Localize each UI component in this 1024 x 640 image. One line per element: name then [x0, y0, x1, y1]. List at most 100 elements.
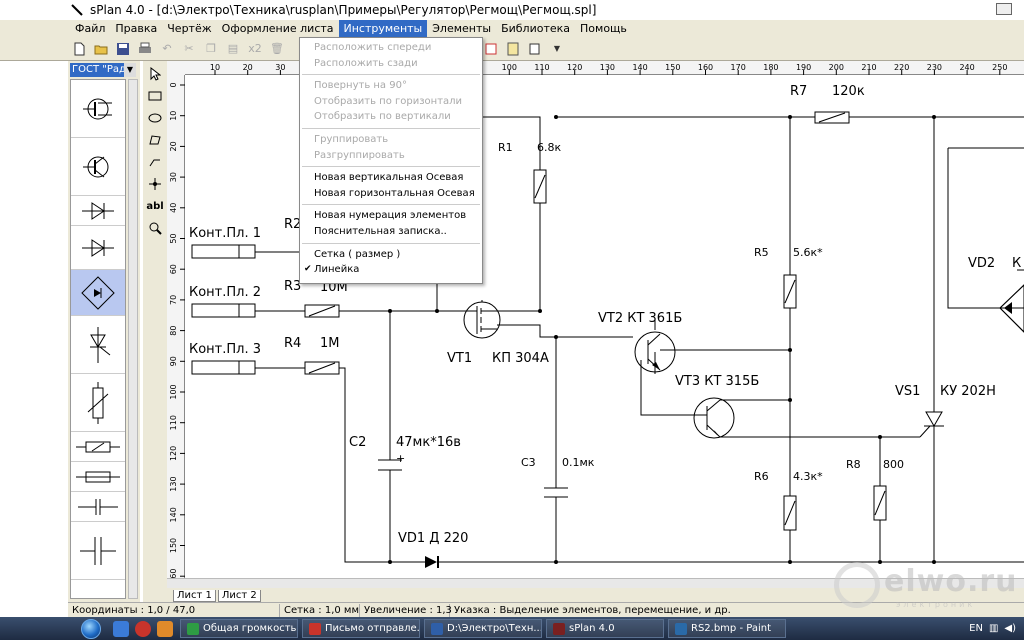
book-icon[interactable]: [504, 40, 522, 58]
dropdown-item-1[interactable]: Расположить сзади: [300, 56, 482, 72]
menu-item-6[interactable]: Библиотека: [496, 20, 575, 37]
ruler-label: 80: [169, 326, 178, 336]
sheet-tab-1[interactable]: Лист 1: [173, 590, 216, 602]
delete-icon[interactable]: 🗑: [268, 40, 286, 58]
value-vs1: КУ 202Н: [940, 384, 996, 399]
task-label: Общая громкость: [203, 623, 297, 634]
dropdown-item-label: Линейка: [314, 264, 360, 276]
symbol-diode-bridge[interactable]: [71, 270, 125, 316]
dropdown-item-8[interactable]: Разгруппировать: [300, 148, 482, 164]
pointer-arrow-icon[interactable]: [146, 65, 164, 83]
undo-icon[interactable]: ↶: [158, 40, 176, 58]
volume-icon[interactable]: ◀): [1004, 623, 1016, 634]
menu-item-2[interactable]: Чертёж: [162, 20, 216, 37]
menu-separator: [302, 166, 480, 168]
dropdown-item-label: Пояснительная записка..: [314, 225, 447, 237]
menu-item-1[interactable]: Правка: [110, 20, 162, 37]
symbol-bjt-transistor[interactable]: [71, 138, 125, 196]
taskbar-task-2[interactable]: D:\Электро\Техн...: [424, 619, 542, 638]
dropdown-item-7[interactable]: Группировать: [300, 132, 482, 148]
menu-item-3[interactable]: Оформление листа: [217, 20, 339, 37]
label-r5: R5: [754, 246, 769, 259]
value-r7: 120к: [832, 84, 865, 99]
symbol-diode-bridge-small[interactable]: [71, 196, 125, 226]
dropdown-item-label: Повернуть на 90°: [314, 80, 407, 92]
save-icon[interactable]: [114, 40, 132, 58]
dropdown-item-4[interactable]: Отобразить по горизонтали: [300, 94, 482, 110]
copy-icon[interactable]: ❐: [202, 40, 220, 58]
ruler-label: 60: [169, 264, 178, 274]
page-setup-icon[interactable]: [526, 40, 544, 58]
dropdown-item-16[interactable]: Сетка ( размер ): [300, 247, 482, 263]
minimize-button[interactable]: [996, 3, 1012, 15]
chevron-down-icon[interactable]: ▼: [548, 40, 566, 58]
junction-tool-icon[interactable]: [146, 175, 164, 193]
library-select[interactable]: ГОСТ "Рад ▼: [70, 63, 136, 77]
dropdown-item-11[interactable]: Новая горизонтальная Осевая: [300, 186, 482, 202]
library-edit-icon[interactable]: [482, 40, 500, 58]
dropdown-item-17[interactable]: ✔ Линейка: [300, 262, 482, 278]
symbol-potentiometer[interactable]: [71, 374, 125, 432]
symbol-capacitor[interactable]: [71, 522, 125, 580]
taskbar-task-4[interactable]: RS2.bmp - Paint: [668, 619, 786, 638]
line-tool-icon[interactable]: [146, 153, 164, 171]
symbol-fuse[interactable]: [71, 462, 125, 492]
drawing-tools: abl: [143, 61, 167, 602]
symbol-thyristor[interactable]: [71, 316, 125, 374]
taskbar-task-0[interactable]: Общая громкость: [180, 619, 298, 638]
menu-separator: [302, 242, 480, 244]
zoom-magnifier-icon[interactable]: [146, 219, 164, 237]
task-app-icon: [553, 622, 565, 635]
taskbar-task-3[interactable]: sPlan 4.0: [546, 619, 664, 638]
label-c3: C3: [521, 456, 536, 469]
print-icon[interactable]: [136, 40, 154, 58]
ruler-label: 20: [169, 141, 178, 151]
paste-icon[interactable]: ▤: [224, 40, 242, 58]
windows-orb-icon: [81, 618, 101, 639]
menu-item-7[interactable]: Помощь: [575, 20, 632, 37]
menu-item-4[interactable]: Инструменты: [338, 20, 428, 37]
dropdown-item-3[interactable]: Повернуть на 90°: [300, 78, 482, 94]
rectangle-tool-icon[interactable]: [146, 87, 164, 105]
dropdown-item-0[interactable]: Расположить спереди: [300, 40, 482, 56]
explorer-quicklaunch-icon[interactable]: [113, 620, 129, 637]
ruler-label: 130: [169, 476, 178, 491]
label-vt3: VT3 КТ 315Б: [675, 374, 759, 389]
sheet-tab-2[interactable]: Лист 2: [217, 590, 261, 602]
menu-item-0[interactable]: Файл: [70, 20, 110, 37]
dropdown-item-14[interactable]: Пояснительная записка..: [300, 224, 482, 240]
dropdown-item-13[interactable]: Новая нумерация элементов: [300, 208, 482, 224]
chevron-down-icon[interactable]: ▼: [124, 63, 136, 77]
dropdown-item-label: Сетка ( размер ): [314, 248, 401, 260]
label-vt1: VT1: [447, 351, 472, 366]
task-app-icon: [187, 622, 199, 635]
start-button[interactable]: [72, 617, 110, 640]
symbol-electrolytic-capacitor[interactable]: [71, 580, 125, 598]
symbol-list-scrollbar[interactable]: [128, 79, 138, 599]
cut-icon[interactable]: ✂: [180, 40, 198, 58]
taskbar-task-1[interactable]: Письмо отправле...: [302, 619, 420, 638]
dropdown-item-10[interactable]: Новая вертикальная Осевая: [300, 170, 482, 186]
open-folder-icon[interactable]: [92, 40, 110, 58]
symbol-resistor[interactable]: [71, 432, 125, 462]
symbol-capacitor-small[interactable]: [71, 492, 125, 522]
polygon-tool-icon[interactable]: [146, 131, 164, 149]
media-quicklaunch-icon[interactable]: [157, 620, 173, 637]
symbol-diode[interactable]: [71, 226, 125, 270]
system-tray: EN ▥ ◀): [969, 623, 1024, 634]
new-file-icon[interactable]: [70, 40, 88, 58]
ruler-label: 160: [698, 63, 713, 72]
symbol-fet-p-channel[interactable]: [71, 80, 125, 138]
language-indicator[interactable]: EN: [969, 623, 983, 634]
duplicate-x2-button[interactable]: x2: [246, 40, 264, 58]
ellipse-tool-icon[interactable]: [146, 109, 164, 127]
ruler-label: 210: [861, 63, 876, 72]
dropdown-item-5[interactable]: Отобразить по вертикали: [300, 109, 482, 125]
menu-item-5[interactable]: Элементы: [427, 20, 496, 37]
browser-quicklaunch-icon[interactable]: [135, 620, 151, 637]
ruler-label: 30: [169, 172, 178, 182]
value-vt1: КП 304А: [492, 351, 549, 366]
label-vt2: VT2 КТ 361Б: [598, 311, 682, 326]
status-coordinates: Координаты : 1,0 / 47,0: [68, 603, 280, 617]
text-tool-icon[interactable]: abl: [146, 197, 164, 215]
